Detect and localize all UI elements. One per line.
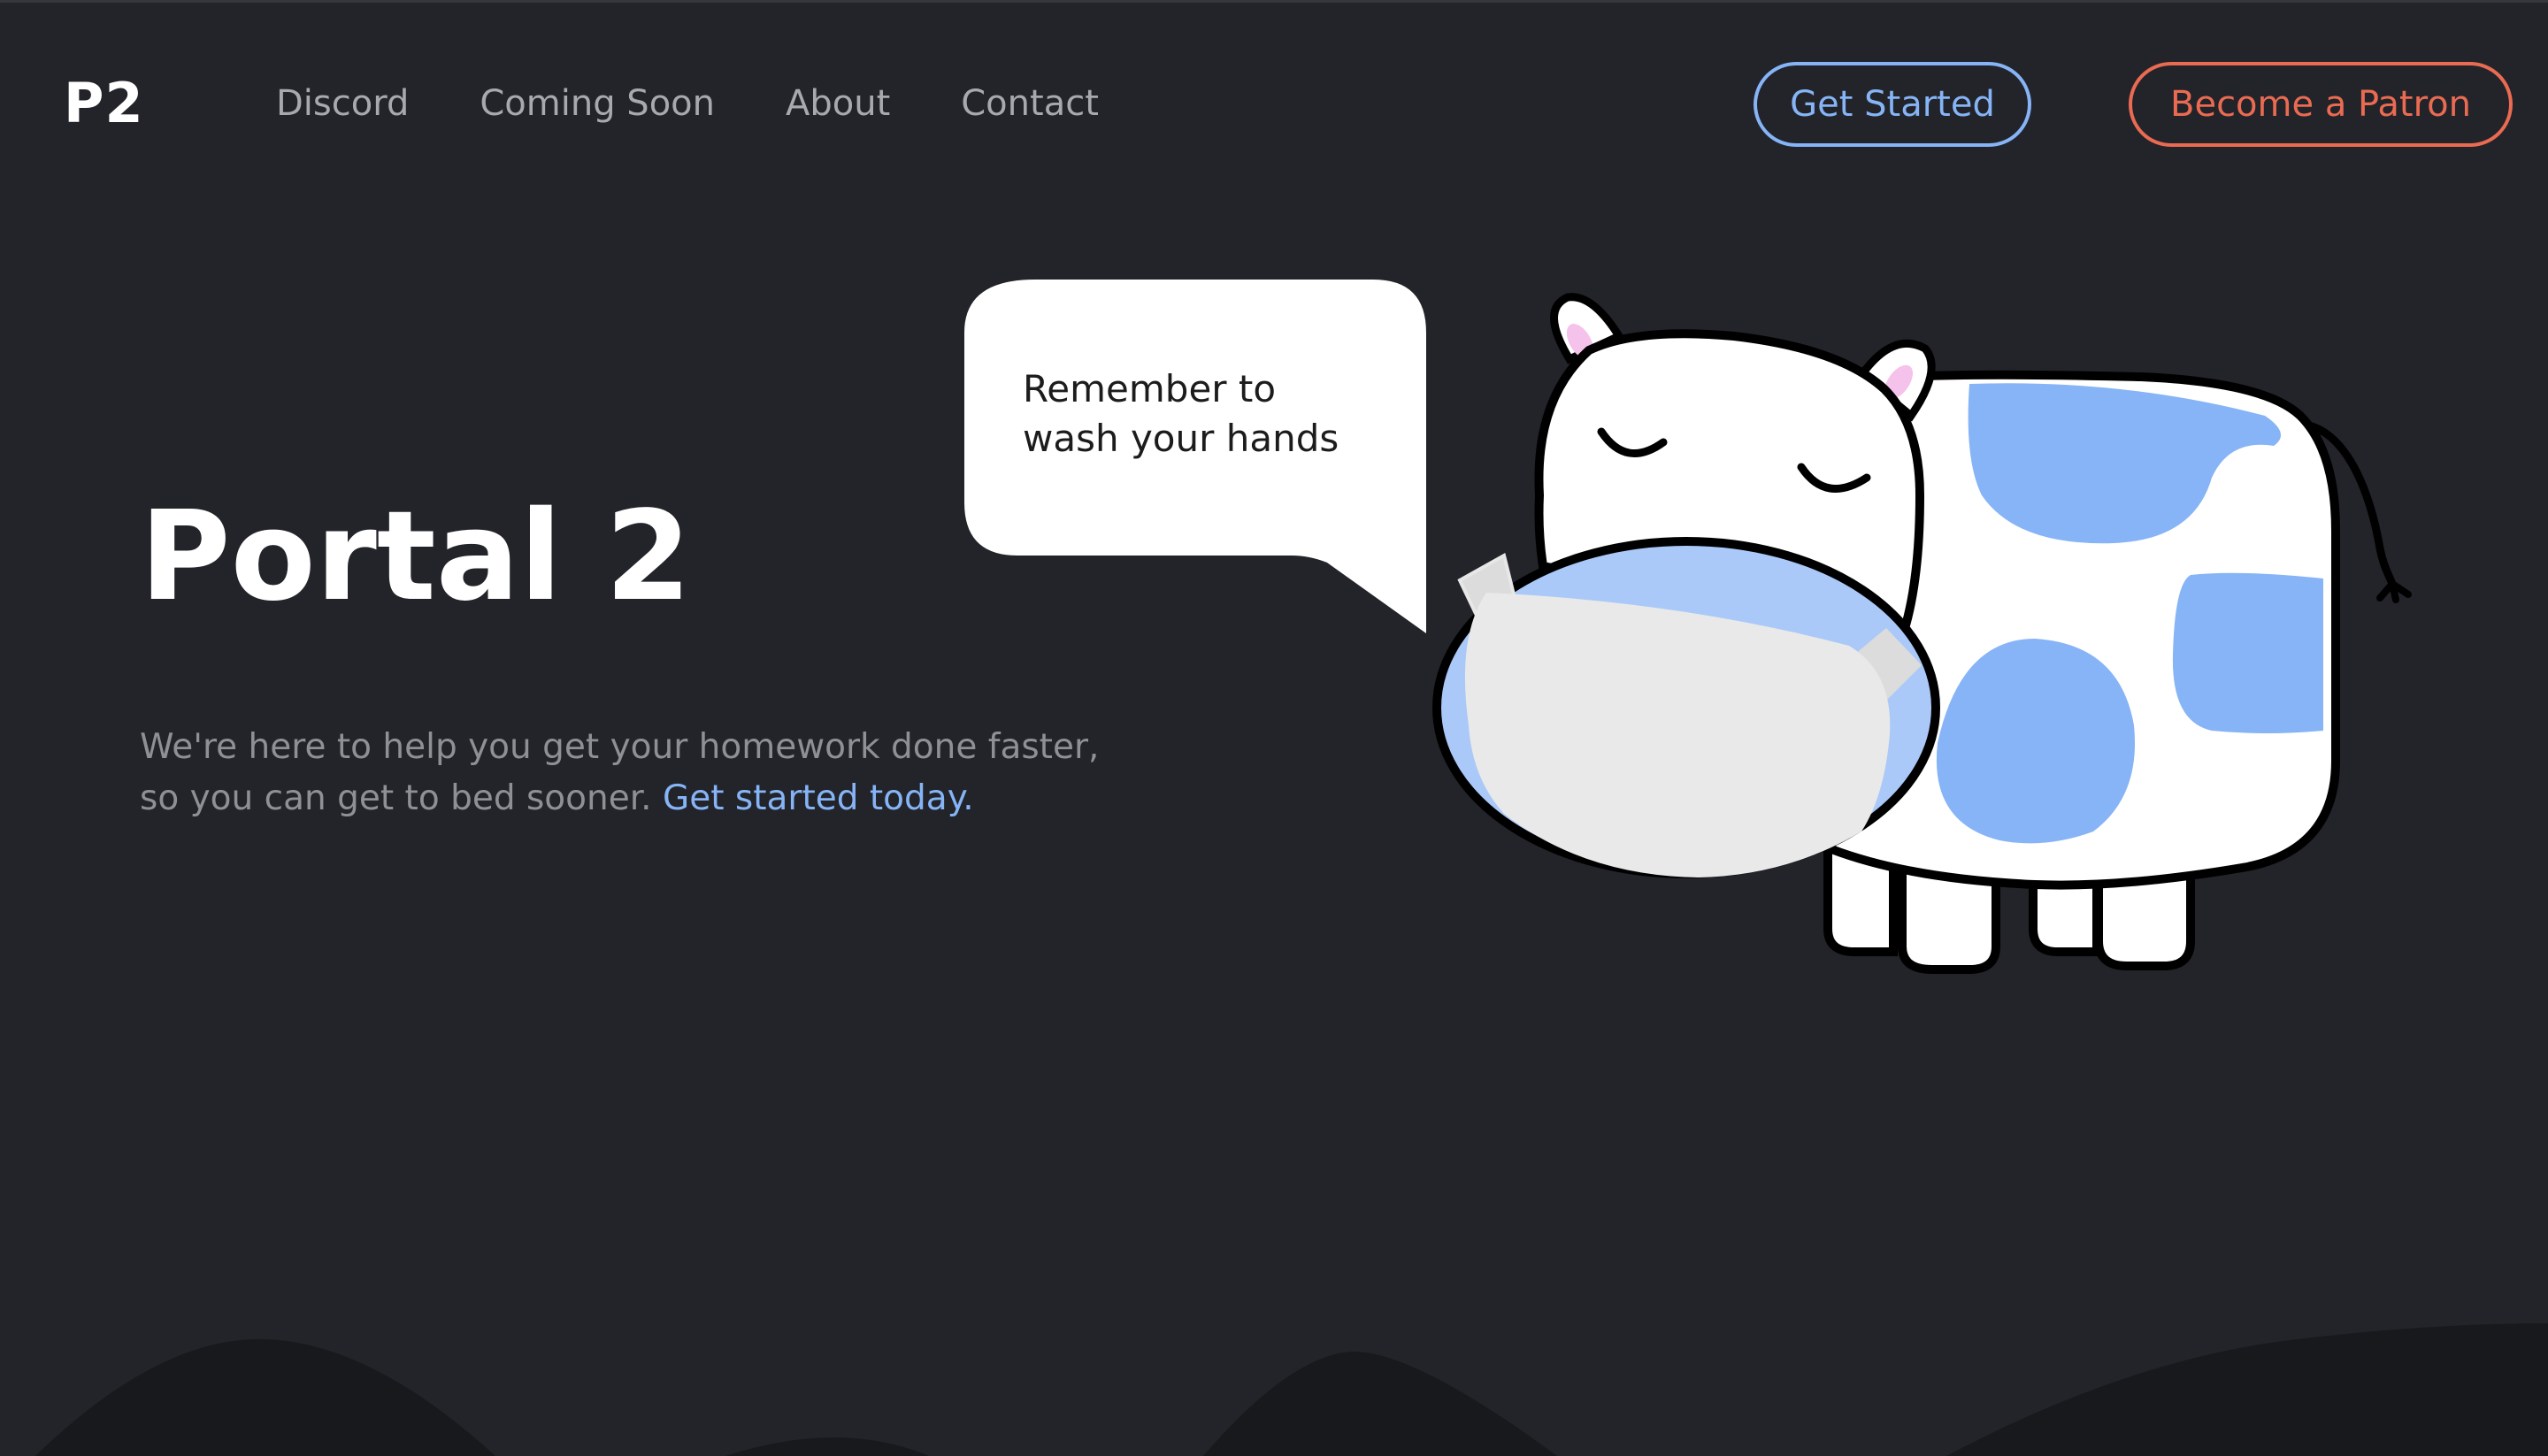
background-hills [0, 1323, 2548, 1456]
speech-bubble-line-2: wash your hands [1023, 417, 1339, 460]
cow-with-mask-illustration [0, 280, 2548, 1456]
speech-bubble-line-1: Remember to [1023, 367, 1277, 410]
page: P2 Discord Coming Soon About Contact Get… [0, 0, 2548, 1456]
speech-bubble-text: Remember to wash your hands [1023, 364, 1412, 464]
